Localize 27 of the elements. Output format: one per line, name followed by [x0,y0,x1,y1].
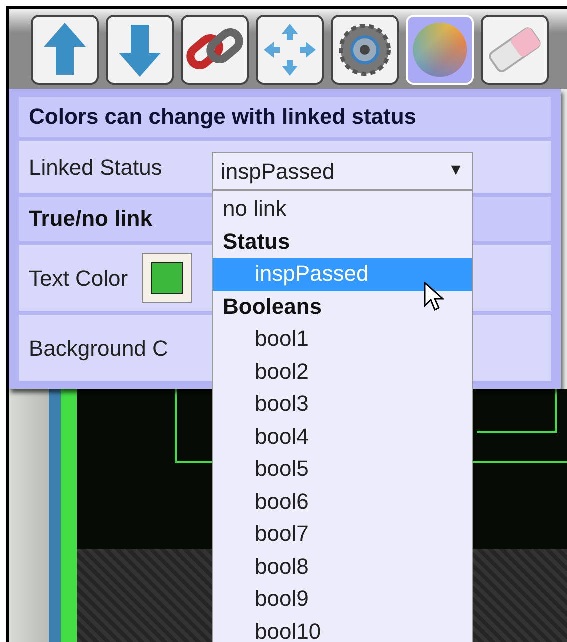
tool-button[interactable] [181,15,249,85]
linked-status-select[interactable]: inspPassed ▼ [212,152,473,190]
option-group-label: Booleans [223,292,322,320]
dropdown-option[interactable]: bool1 [213,323,472,356]
row-label: Text Color [29,264,128,292]
dropdown-option[interactable]: bool3 [213,388,472,420]
dropdown-option[interactable]: bool7 [213,518,472,550]
mouse-cursor-icon [424,282,444,312]
tool-button[interactable] [256,15,324,85]
dropdown-option[interactable]: bool10 [213,616,472,642]
dropdown-option[interactable]: bool2 [213,356,472,388]
tool-button[interactable] [331,15,399,85]
color-wheel-icon [411,21,469,79]
tool-button[interactable] [106,15,174,85]
linked-status-label: Linked Status [29,154,162,182]
dropdown-option[interactable]: bool9 [213,583,472,616]
panel-title: Colors can change with linked status [19,97,551,137]
tool-button[interactable] [31,15,99,85]
color-swatch[interactable] [142,253,192,303]
gear-icon [337,22,393,78]
dropdown-option[interactable]: bool8 [213,550,472,583]
dropdown-option[interactable]: bool6 [213,486,472,518]
row-label: Background C [29,334,168,363]
tool-button[interactable] [481,15,549,85]
dropdown-option[interactable]: bool4 [213,420,472,453]
dropdown-option[interactable]: bool5 [213,453,472,486]
move-arrows-icon [262,22,318,78]
